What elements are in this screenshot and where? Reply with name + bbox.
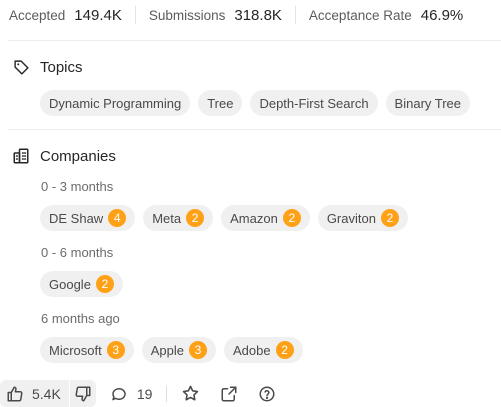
count-badge: 2	[275, 341, 294, 359]
share-button[interactable]	[220, 380, 238, 407]
divider	[166, 385, 168, 402]
comment-icon	[110, 385, 128, 403]
stats-bar: Accepted 149.4K Submissions 318.8K Accep…	[0, 0, 501, 30]
company-name: Microsoft	[49, 342, 102, 358]
question-circle-icon	[258, 385, 276, 403]
company-tags: Google 2	[40, 271, 123, 297]
period-label: 0 - 6 months	[41, 245, 114, 260]
company-tag[interactable]: Meta 2	[143, 205, 214, 231]
count-badge: 4	[108, 209, 127, 227]
topic-tag[interactable]: Binary Tree	[385, 90, 471, 116]
company-tag[interactable]: Amazon 2	[221, 205, 310, 231]
divider	[294, 6, 296, 24]
topics-header[interactable]: Topics	[12, 58, 83, 76]
count-badge: 2	[282, 209, 301, 227]
company-tags: Microsoft 3 Apple 3 Adobe 2	[40, 337, 303, 363]
company-name: Meta	[152, 210, 182, 226]
stat-value: 46.9%	[420, 6, 464, 24]
tag-icon	[12, 58, 30, 76]
divider	[134, 6, 136, 24]
topic-tag[interactable]: Tree	[198, 90, 243, 116]
thumbs-down-icon	[74, 385, 92, 403]
company-name: Amazon	[230, 210, 278, 226]
company-tag[interactable]: DE Shaw 4	[40, 205, 136, 231]
stat-label: Acceptance Rate	[308, 7, 412, 23]
stat-value: 149.4K	[74, 6, 122, 24]
like-count: 5.4K	[32, 385, 61, 402]
building-icon	[12, 147, 30, 165]
stat-label: Submissions	[148, 7, 226, 23]
count-badge: 2	[186, 209, 205, 227]
topic-tags: Dynamic Programming Tree Depth-First Sea…	[40, 90, 471, 116]
company-tag[interactable]: Apple 3	[141, 337, 216, 363]
stat-accepted: Accepted 149.4K	[0, 0, 122, 30]
company-name: DE Shaw	[49, 210, 104, 226]
comments-button[interactable]: 19	[110, 380, 153, 407]
topics-title: Topics	[40, 58, 83, 76]
companies-header[interactable]: Companies	[12, 147, 116, 165]
comment-count: 19	[136, 385, 153, 402]
action-bar: 5.4K 19	[0, 380, 501, 407]
count-badge: 2	[95, 275, 114, 293]
vote-group: 5.4K	[0, 380, 96, 407]
help-button[interactable]	[258, 380, 276, 407]
favorite-button[interactable]	[181, 380, 200, 407]
company-name: Google	[49, 276, 91, 292]
company-name: Adobe	[232, 342, 271, 358]
stat-value: 318.8K	[234, 6, 282, 24]
divider	[8, 40, 501, 41]
company-tags: DE Shaw 4 Meta 2 Amazon 2 Graviton 2	[40, 205, 408, 231]
period-label: 0 - 3 months	[41, 179, 114, 194]
star-icon	[181, 384, 200, 403]
external-link-icon	[220, 385, 238, 403]
stat-submissions: Submissions 318.8K	[149, 0, 282, 30]
company-tag[interactable]: Google 2	[40, 271, 123, 297]
count-badge: 3	[188, 341, 207, 359]
company-tag[interactable]: Adobe 2	[223, 337, 303, 363]
like-button[interactable]: 5.4K	[0, 380, 69, 407]
divider	[8, 129, 501, 130]
company-name: Graviton	[326, 210, 376, 226]
companies-title: Companies	[40, 147, 116, 165]
company-tag[interactable]: Graviton 2	[317, 205, 408, 231]
period-label: 6 months ago	[41, 311, 120, 326]
company-tag[interactable]: Microsoft 3	[40, 337, 134, 363]
dislike-button[interactable]	[70, 380, 96, 407]
company-name: Apple	[150, 342, 184, 358]
topic-tag[interactable]: Dynamic Programming	[40, 90, 191, 116]
topic-tag[interactable]: Depth-First Search	[250, 90, 378, 116]
stat-acceptance-rate: Acceptance Rate 46.9%	[309, 0, 463, 30]
count-badge: 3	[106, 341, 125, 359]
stat-label: Accepted	[9, 7, 66, 23]
thumbs-up-icon	[6, 385, 24, 403]
count-badge: 2	[380, 209, 399, 227]
